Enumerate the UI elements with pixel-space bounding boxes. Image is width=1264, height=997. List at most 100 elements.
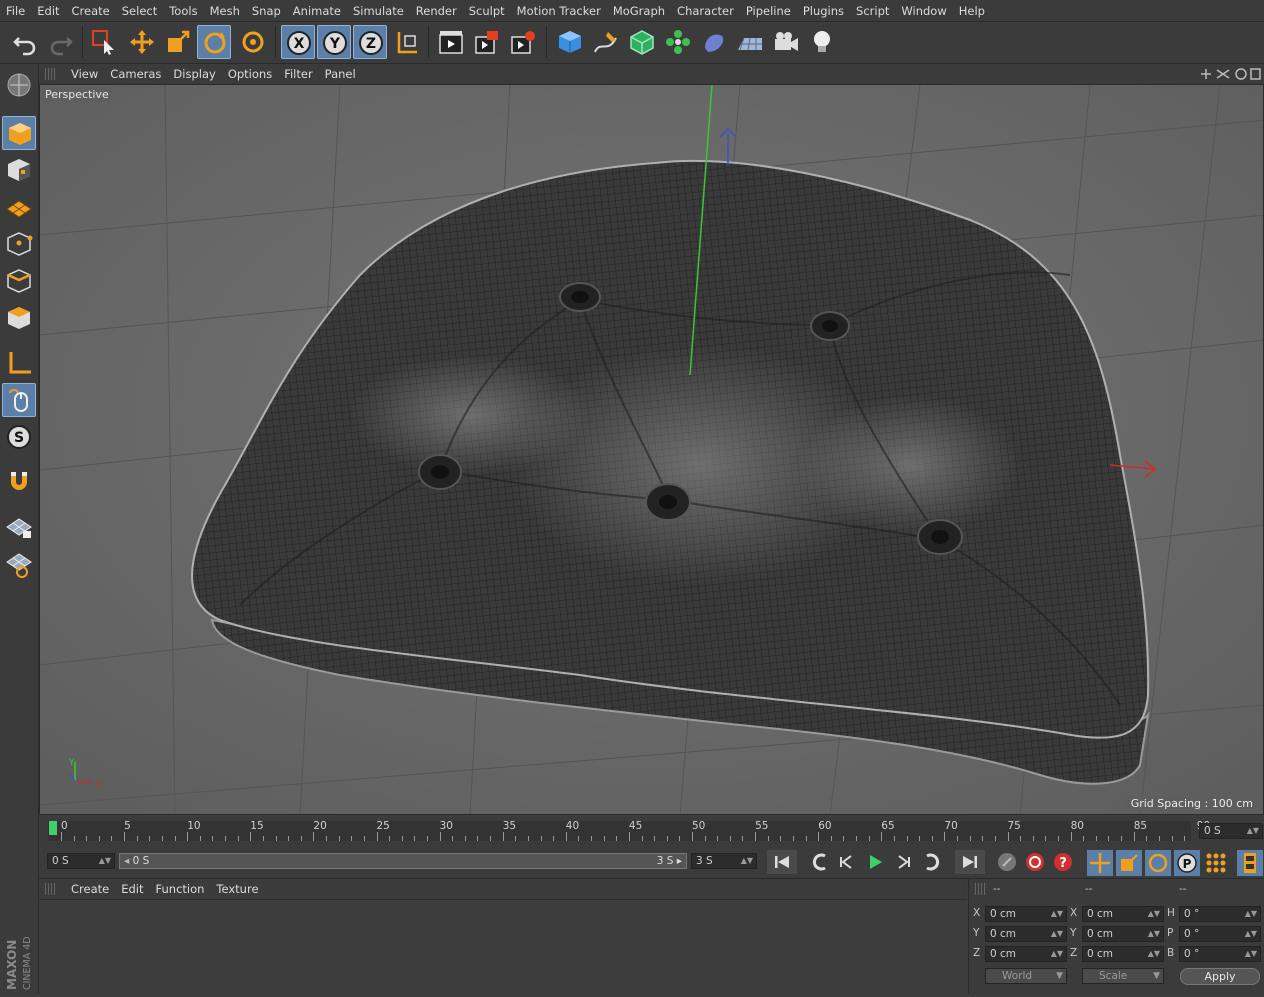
render-to-picture-viewer-button[interactable] (470, 25, 504, 59)
menu-select[interactable]: Select (116, 4, 163, 18)
menu-file[interactable]: File (0, 4, 31, 18)
snap-button[interactable] (2, 465, 36, 499)
previous-frame-button[interactable] (835, 850, 859, 874)
cloner-button[interactable] (661, 25, 695, 59)
grid-snap-button[interactable] (2, 547, 36, 581)
vp-menu-panel[interactable]: Panel (319, 67, 362, 81)
parameter-key-button[interactable]: P (1174, 850, 1200, 876)
rotate-tool-button[interactable] (197, 25, 231, 59)
rotation-key-button[interactable] (1145, 850, 1171, 876)
menu-simulate[interactable]: Simulate (347, 4, 410, 18)
points-mode-button[interactable] (2, 227, 36, 261)
rotation-b-field[interactable]: 0 ° ▲▼ (1179, 946, 1261, 962)
record-active-objects-button[interactable] (995, 850, 1019, 874)
menu-create[interactable]: Create (66, 4, 116, 18)
rotation-h-field[interactable]: 0 ° ▲▼ (1179, 906, 1261, 922)
menu-help[interactable]: Help (953, 4, 991, 18)
camera-button[interactable] (769, 25, 803, 59)
next-key-button[interactable] (919, 850, 945, 874)
y-axis-lock-button[interactable]: Y (317, 25, 351, 59)
apply-button[interactable]: Apply (1180, 968, 1260, 985)
menu-plugins[interactable]: Plugins (797, 4, 850, 18)
size-y-field[interactable]: 0 cm ▲▼ (1082, 926, 1164, 942)
recent-tool-button[interactable] (236, 25, 270, 59)
scale-key-button[interactable] (1116, 850, 1142, 876)
autokeying-button[interactable] (1023, 850, 1047, 874)
tweak-mode-button[interactable] (2, 383, 36, 417)
menu-window[interactable]: Window (895, 4, 952, 18)
position-y-field[interactable]: 0 cm ▲▼ (985, 926, 1067, 942)
timeline-ruler[interactable]: 051015202530354045505560657075808590 0 S… (39, 817, 1264, 845)
model-mode-button[interactable] (2, 116, 36, 150)
coordinate-system-button[interactable] (390, 25, 424, 59)
light-button[interactable] (805, 25, 839, 59)
spline-pen-button[interactable] (589, 25, 623, 59)
menu-edit[interactable]: Edit (31, 4, 65, 18)
mat-menu-create[interactable]: Create (65, 882, 115, 896)
go-to-start-button[interactable] (767, 850, 797, 874)
time-range-slider[interactable]: ◂ 0 S 3 S ▸ (119, 853, 687, 869)
redo-button[interactable] (44, 25, 78, 59)
texture-mode-button[interactable] (2, 153, 36, 187)
camera-label[interactable]: Perspective (42, 87, 112, 102)
point-level-key-button[interactable] (1203, 850, 1229, 876)
size-mode-dropdown[interactable]: Scale ▼ (1082, 968, 1164, 984)
end-time-field[interactable]: 3 S ▲▼ (691, 853, 757, 869)
polygons-mode-button[interactable] (2, 301, 36, 335)
vp-menu-display[interactable]: Display (167, 67, 221, 81)
mat-menu-texture[interactable]: Texture (210, 882, 264, 896)
material-list[interactable] (39, 900, 967, 994)
current-frame-field[interactable]: 0 S ▲▼ (1199, 823, 1263, 839)
floor-button[interactable] (733, 25, 767, 59)
position-key-button[interactable] (1087, 850, 1113, 876)
menu-mesh[interactable]: Mesh (204, 4, 246, 18)
menu-tools[interactable]: Tools (163, 4, 203, 18)
move-tool-button[interactable] (125, 25, 159, 59)
add-cube-button[interactable] (553, 25, 587, 59)
grid-lock-button[interactable] (2, 510, 36, 544)
keyframe-selection-button[interactable]: ? (1051, 850, 1075, 874)
deformer-button[interactable] (697, 25, 731, 59)
subdivision-surface-button[interactable] (625, 25, 659, 59)
menu-character[interactable]: Character (671, 4, 740, 18)
timeline-layout-button[interactable] (1237, 850, 1263, 876)
play-button[interactable] (863, 850, 887, 874)
menu-motion-tracker[interactable]: Motion Tracker (511, 4, 607, 18)
menu-pipeline[interactable]: Pipeline (740, 4, 797, 18)
start-time-field[interactable]: 0 S ▲▼ (47, 853, 115, 869)
rotation-p-field[interactable]: 0 ° ▲▼ (1179, 926, 1261, 942)
vp-menu-view[interactable]: View (65, 67, 104, 81)
menu-animate[interactable]: Animate (287, 4, 347, 18)
size-x-field[interactable]: 0 cm ▲▼ (1082, 906, 1164, 922)
x-axis-lock-button[interactable]: X (281, 25, 315, 59)
menu-mograph[interactable]: MoGraph (607, 4, 671, 18)
edges-mode-button[interactable] (2, 264, 36, 298)
perspective-viewport[interactable]: X Y Perspective Grid Spacing : 100 cm (39, 84, 1264, 815)
solo-button[interactable]: S (2, 420, 36, 454)
menu-sculpt[interactable]: Sculpt (463, 4, 511, 18)
size-z-field[interactable]: 0 cm ▲▼ (1082, 946, 1164, 962)
workplane-button[interactable] (2, 190, 36, 224)
vp-menu-filter[interactable]: Filter (278, 67, 318, 81)
mat-menu-function[interactable]: Function (150, 882, 211, 896)
undo-button[interactable] (8, 25, 42, 59)
render-settings-button[interactable] (506, 25, 540, 59)
viewport-canvas[interactable]: X Y (40, 85, 1264, 815)
mat-menu-edit[interactable]: Edit (115, 882, 149, 896)
panel-grip-icon[interactable] (45, 68, 57, 80)
live-selection-button[interactable] (87, 25, 121, 59)
vp-menu-cameras[interactable]: Cameras (104, 67, 167, 81)
z-axis-lock-button[interactable]: Z (353, 25, 387, 59)
coordinate-mode-dropdown[interactable]: World ▼ (985, 968, 1067, 984)
previous-key-button[interactable] (807, 850, 833, 874)
menu-script[interactable]: Script (850, 4, 895, 18)
panel-grip-icon[interactable] (45, 883, 57, 895)
axis-mode-button[interactable] (2, 346, 36, 380)
viewport-nav-icons[interactable] (1199, 67, 1261, 81)
make-editable-button[interactable] (2, 68, 36, 102)
vp-menu-options[interactable]: Options (222, 67, 278, 81)
next-frame-button[interactable] (891, 850, 915, 874)
panel-grip-icon[interactable] (975, 883, 987, 895)
position-x-field[interactable]: 0 cm ▲▼ (985, 906, 1067, 922)
render-view-button[interactable] (434, 25, 468, 59)
